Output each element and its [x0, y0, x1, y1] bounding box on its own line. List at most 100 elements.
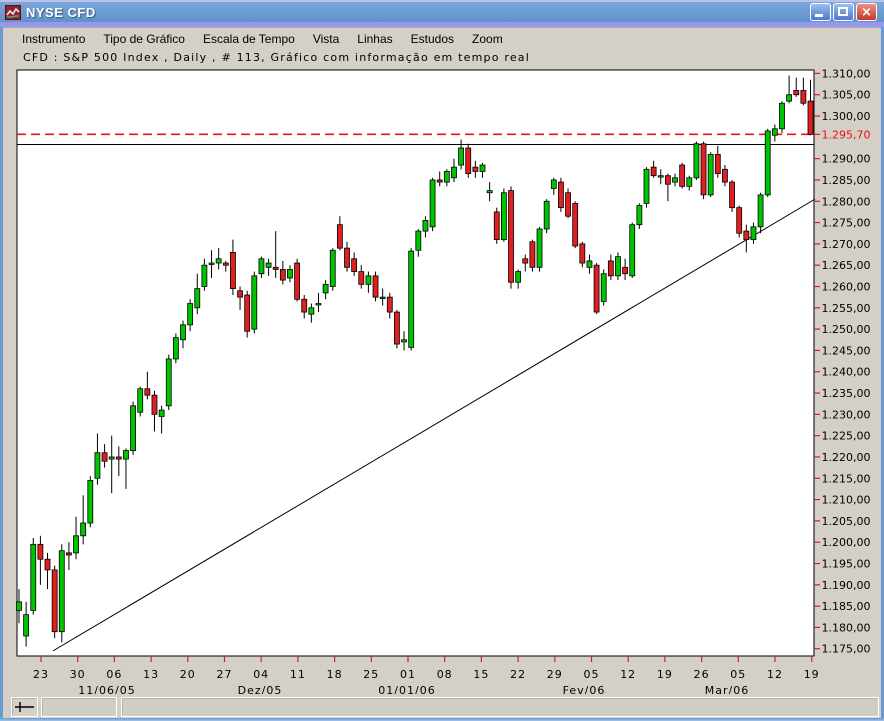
candle-body[interactable] — [409, 251, 414, 347]
candle-body[interactable] — [152, 395, 157, 414]
candle-body[interactable] — [644, 169, 649, 203]
candle-body[interactable] — [701, 144, 706, 195]
candlestick-chart[interactable]: 1.310,001.305,001.300,001.295,701.290,00… — [3, 66, 884, 696]
candle-body[interactable] — [24, 615, 29, 636]
candle-body[interactable] — [31, 544, 36, 610]
candle-body[interactable] — [230, 252, 235, 288]
candle-body[interactable] — [480, 165, 485, 171]
candle-body[interactable] — [95, 453, 100, 479]
menu-item-tipo-de-gr-fico[interactable]: Tipo de Gráfico — [94, 30, 194, 48]
candle-body[interactable] — [38, 544, 43, 559]
candle-body[interactable] — [509, 191, 514, 283]
candle-body[interactable] — [245, 295, 250, 331]
candle-body[interactable] — [580, 244, 585, 263]
candle-body[interactable] — [394, 312, 399, 344]
candle-body[interactable] — [430, 180, 435, 227]
candle-body[interactable] — [451, 167, 456, 178]
candle-body[interactable] — [238, 291, 243, 297]
candle-body[interactable] — [295, 263, 300, 299]
candle-body[interactable] — [423, 220, 428, 231]
candle-body[interactable] — [594, 265, 599, 312]
menu-item-instrumento[interactable]: Instrumento — [13, 30, 94, 48]
candle-body[interactable] — [658, 176, 663, 177]
candle-body[interactable] — [316, 304, 321, 305]
menu-item-vista[interactable]: Vista — [304, 30, 348, 48]
candle-body[interactable] — [145, 389, 150, 395]
candle-body[interactable] — [74, 536, 79, 553]
candle-body[interactable] — [459, 148, 464, 165]
candle-body[interactable] — [808, 101, 813, 134]
candle-body[interactable] — [131, 406, 136, 451]
candle-body[interactable] — [17, 602, 22, 611]
candle-body[interactable] — [337, 225, 342, 248]
candle-body[interactable] — [359, 272, 364, 285]
candle-body[interactable] — [138, 389, 143, 412]
candle-body[interactable] — [387, 297, 392, 312]
title-bar[interactable]: NYSE CFD × — [0, 2, 884, 22]
candle-body[interactable] — [730, 182, 735, 208]
candle-body[interactable] — [380, 297, 385, 298]
candle-body[interactable] — [537, 229, 542, 267]
candle-body[interactable] — [273, 267, 278, 269]
candle-body[interactable] — [52, 570, 57, 632]
close-button[interactable]: × — [856, 3, 877, 21]
crosshair-tool-button[interactable] — [11, 697, 38, 717]
candle-body[interactable] — [558, 182, 563, 208]
candle-body[interactable] — [722, 169, 727, 182]
candle-body[interactable] — [223, 263, 228, 265]
candle-body[interactable] — [630, 225, 635, 276]
candle-body[interactable] — [173, 338, 178, 359]
candle-body[interactable] — [673, 178, 678, 182]
candle-body[interactable] — [216, 259, 221, 263]
candle-body[interactable] — [523, 259, 528, 263]
app-chart-icon[interactable] — [5, 5, 21, 20]
candle-body[interactable] — [516, 272, 521, 283]
horizontal-scrollbar-track[interactable] — [121, 697, 879, 717]
candle-body[interactable] — [352, 259, 357, 272]
candle-body[interactable] — [166, 359, 171, 406]
candle-body[interactable] — [373, 276, 378, 297]
candle-body[interactable] — [772, 129, 777, 135]
candle-body[interactable] — [366, 276, 371, 285]
candle-body[interactable] — [758, 195, 763, 227]
maximize-button[interactable] — [833, 3, 854, 21]
candle-body[interactable] — [601, 274, 606, 302]
candle-body[interactable] — [501, 193, 506, 240]
candle-body[interactable] — [345, 248, 350, 267]
candle-body[interactable] — [587, 261, 592, 267]
candle-body[interactable] — [437, 180, 442, 182]
candle-body[interactable] — [566, 193, 571, 216]
candle-body[interactable] — [302, 299, 307, 312]
candle-body[interactable] — [544, 201, 549, 229]
candle-body[interactable] — [116, 457, 121, 459]
candle-body[interactable] — [737, 208, 742, 234]
candle-body[interactable] — [202, 265, 207, 286]
candle-body[interactable] — [680, 165, 685, 186]
candle-body[interactable] — [323, 284, 328, 293]
candle-body[interactable] — [88, 480, 93, 523]
candle-body[interactable] — [123, 451, 128, 460]
candle-body[interactable] — [487, 191, 492, 193]
candle-body[interactable] — [573, 203, 578, 246]
menu-item-estudos[interactable]: Estudos — [402, 30, 463, 48]
candle-body[interactable] — [530, 242, 535, 268]
candle-body[interactable] — [252, 276, 257, 329]
candle-body[interactable] — [330, 250, 335, 286]
candle-body[interactable] — [751, 227, 756, 240]
candle-body[interactable] — [195, 289, 200, 308]
candle-body[interactable] — [744, 231, 749, 240]
candle-body[interactable] — [66, 553, 71, 555]
candle-body[interactable] — [444, 171, 449, 182]
candle-body[interactable] — [623, 267, 628, 273]
candle-body[interactable] — [715, 154, 720, 173]
candle-body[interactable] — [266, 263, 271, 267]
candle-body[interactable] — [280, 269, 285, 280]
candle-body[interactable] — [665, 176, 670, 185]
candle-body[interactable] — [787, 95, 792, 101]
candle-body[interactable] — [45, 559, 50, 570]
candle-body[interactable] — [109, 457, 114, 459]
candle-body[interactable] — [765, 131, 770, 195]
minimize-button[interactable] — [810, 3, 831, 21]
candle-body[interactable] — [637, 206, 642, 225]
candle-body[interactable] — [402, 340, 407, 342]
